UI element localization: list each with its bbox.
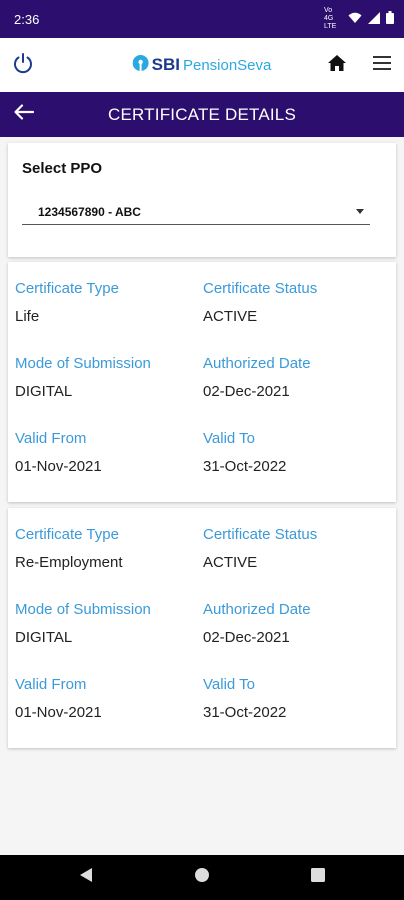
power-button[interactable] — [9, 51, 37, 79]
field-value: 31-Oct-2022 — [203, 704, 287, 721]
field-value: Re-Employment — [15, 554, 123, 571]
wifi-icon — [348, 12, 362, 27]
status-bar: 2:36 Vo 4G LTE — [0, 0, 404, 38]
ppo-label: Select PPO — [22, 160, 103, 177]
field-value: 31-Oct-2022 — [203, 458, 287, 475]
dropdown-caret-icon — [356, 209, 364, 214]
field-value: Life — [15, 308, 40, 325]
mode-of-submission-field: Mode of Submission DIGITAL — [15, 601, 195, 646]
title-bar: CERTIFICATE DETAILS — [0, 92, 404, 137]
valid-from-field: Valid From 01-Nov-2021 — [15, 676, 195, 721]
battery-icon — [386, 11, 394, 27]
menu-button[interactable] — [368, 51, 396, 79]
field-value: DIGITAL — [15, 629, 73, 646]
nav-back-button[interactable] — [74, 866, 98, 890]
authorized-date-field: Authorized Date 02-Dec-2021 — [203, 355, 383, 400]
page-title: CERTIFICATE DETAILS — [108, 104, 296, 124]
ppo-select[interactable]: 1234567890 - ABC — [22, 199, 370, 225]
valid-to-field: Valid To 31-Oct-2022 — [203, 676, 383, 721]
field-label: Certificate Status — [203, 280, 318, 297]
app-logo: SBI PensionSeva — [132, 54, 272, 76]
field-label: Certificate Type — [15, 280, 119, 297]
field-value: ACTIVE — [203, 308, 258, 325]
nav-home-icon — [194, 867, 210, 888]
certificate-status-field: Certificate Status ACTIVE — [203, 280, 383, 325]
field-value: ACTIVE — [203, 554, 258, 571]
field-label: Authorized Date — [203, 601, 311, 618]
home-button[interactable] — [323, 51, 351, 79]
field-label: Mode of Submission — [15, 355, 151, 372]
ppo-card: Select PPO 1234567890 - ABC — [8, 143, 396, 257]
certificate-type-field: Certificate Type Re-Employment — [15, 526, 195, 571]
status-icons: Vo 4G LTE — [324, 7, 394, 31]
certificate-card: Certificate Type Re-Employment Certifica… — [8, 508, 396, 748]
field-value: 02-Dec-2021 — [203, 383, 290, 400]
logo-pensionseva-text: PensionSeva — [182, 56, 272, 74]
field-label: Valid To — [203, 676, 255, 693]
logo-sbi-text: SBI — [151, 55, 180, 74]
certificate-card: Certificate Type Life Certificate Status… — [8, 262, 396, 502]
home-icon — [327, 54, 347, 77]
ppo-selected-value: 1234567890 - ABC — [38, 204, 141, 219]
field-label: Authorized Date — [203, 355, 311, 372]
field-label: Valid From — [15, 676, 87, 693]
field-value: 02-Dec-2021 — [203, 629, 290, 646]
power-icon — [12, 52, 34, 79]
back-arrow-icon — [14, 103, 35, 125]
field-label: Mode of Submission — [15, 601, 151, 618]
nav-recents-icon — [311, 868, 325, 887]
field-label: Valid From — [15, 430, 87, 447]
certificate-type-field: Certificate Type Life — [15, 280, 195, 325]
system-nav-bar — [0, 855, 404, 900]
signal-icon — [368, 11, 380, 27]
menu-icon — [373, 55, 391, 75]
field-label: Valid To — [203, 430, 255, 447]
field-value: 01-Nov-2021 — [15, 458, 102, 475]
mode-of-submission-field: Mode of Submission DIGITAL — [15, 355, 195, 400]
nav-back-icon — [79, 867, 93, 888]
valid-to-field: Valid To 31-Oct-2022 — [203, 430, 383, 475]
nav-home-button[interactable] — [190, 866, 214, 890]
field-label: Certificate Status — [203, 526, 318, 543]
field-label: Certificate Type — [15, 526, 119, 543]
authorized-date-field: Authorized Date 02-Dec-2021 — [203, 601, 383, 646]
sbi-logo-icon — [132, 54, 149, 76]
field-value: DIGITAL — [15, 383, 73, 400]
status-time: 2:36 — [14, 11, 40, 27]
certificate-status-field: Certificate Status ACTIVE — [203, 526, 383, 571]
field-value: 01-Nov-2021 — [15, 704, 102, 721]
valid-from-field: Valid From 01-Nov-2021 — [15, 430, 195, 475]
network-label: Vo 4G LTE — [324, 7, 337, 30]
back-button[interactable] — [10, 100, 38, 128]
nav-recents-button[interactable] — [306, 866, 330, 890]
app-header: SBI PensionSeva — [0, 38, 404, 92]
